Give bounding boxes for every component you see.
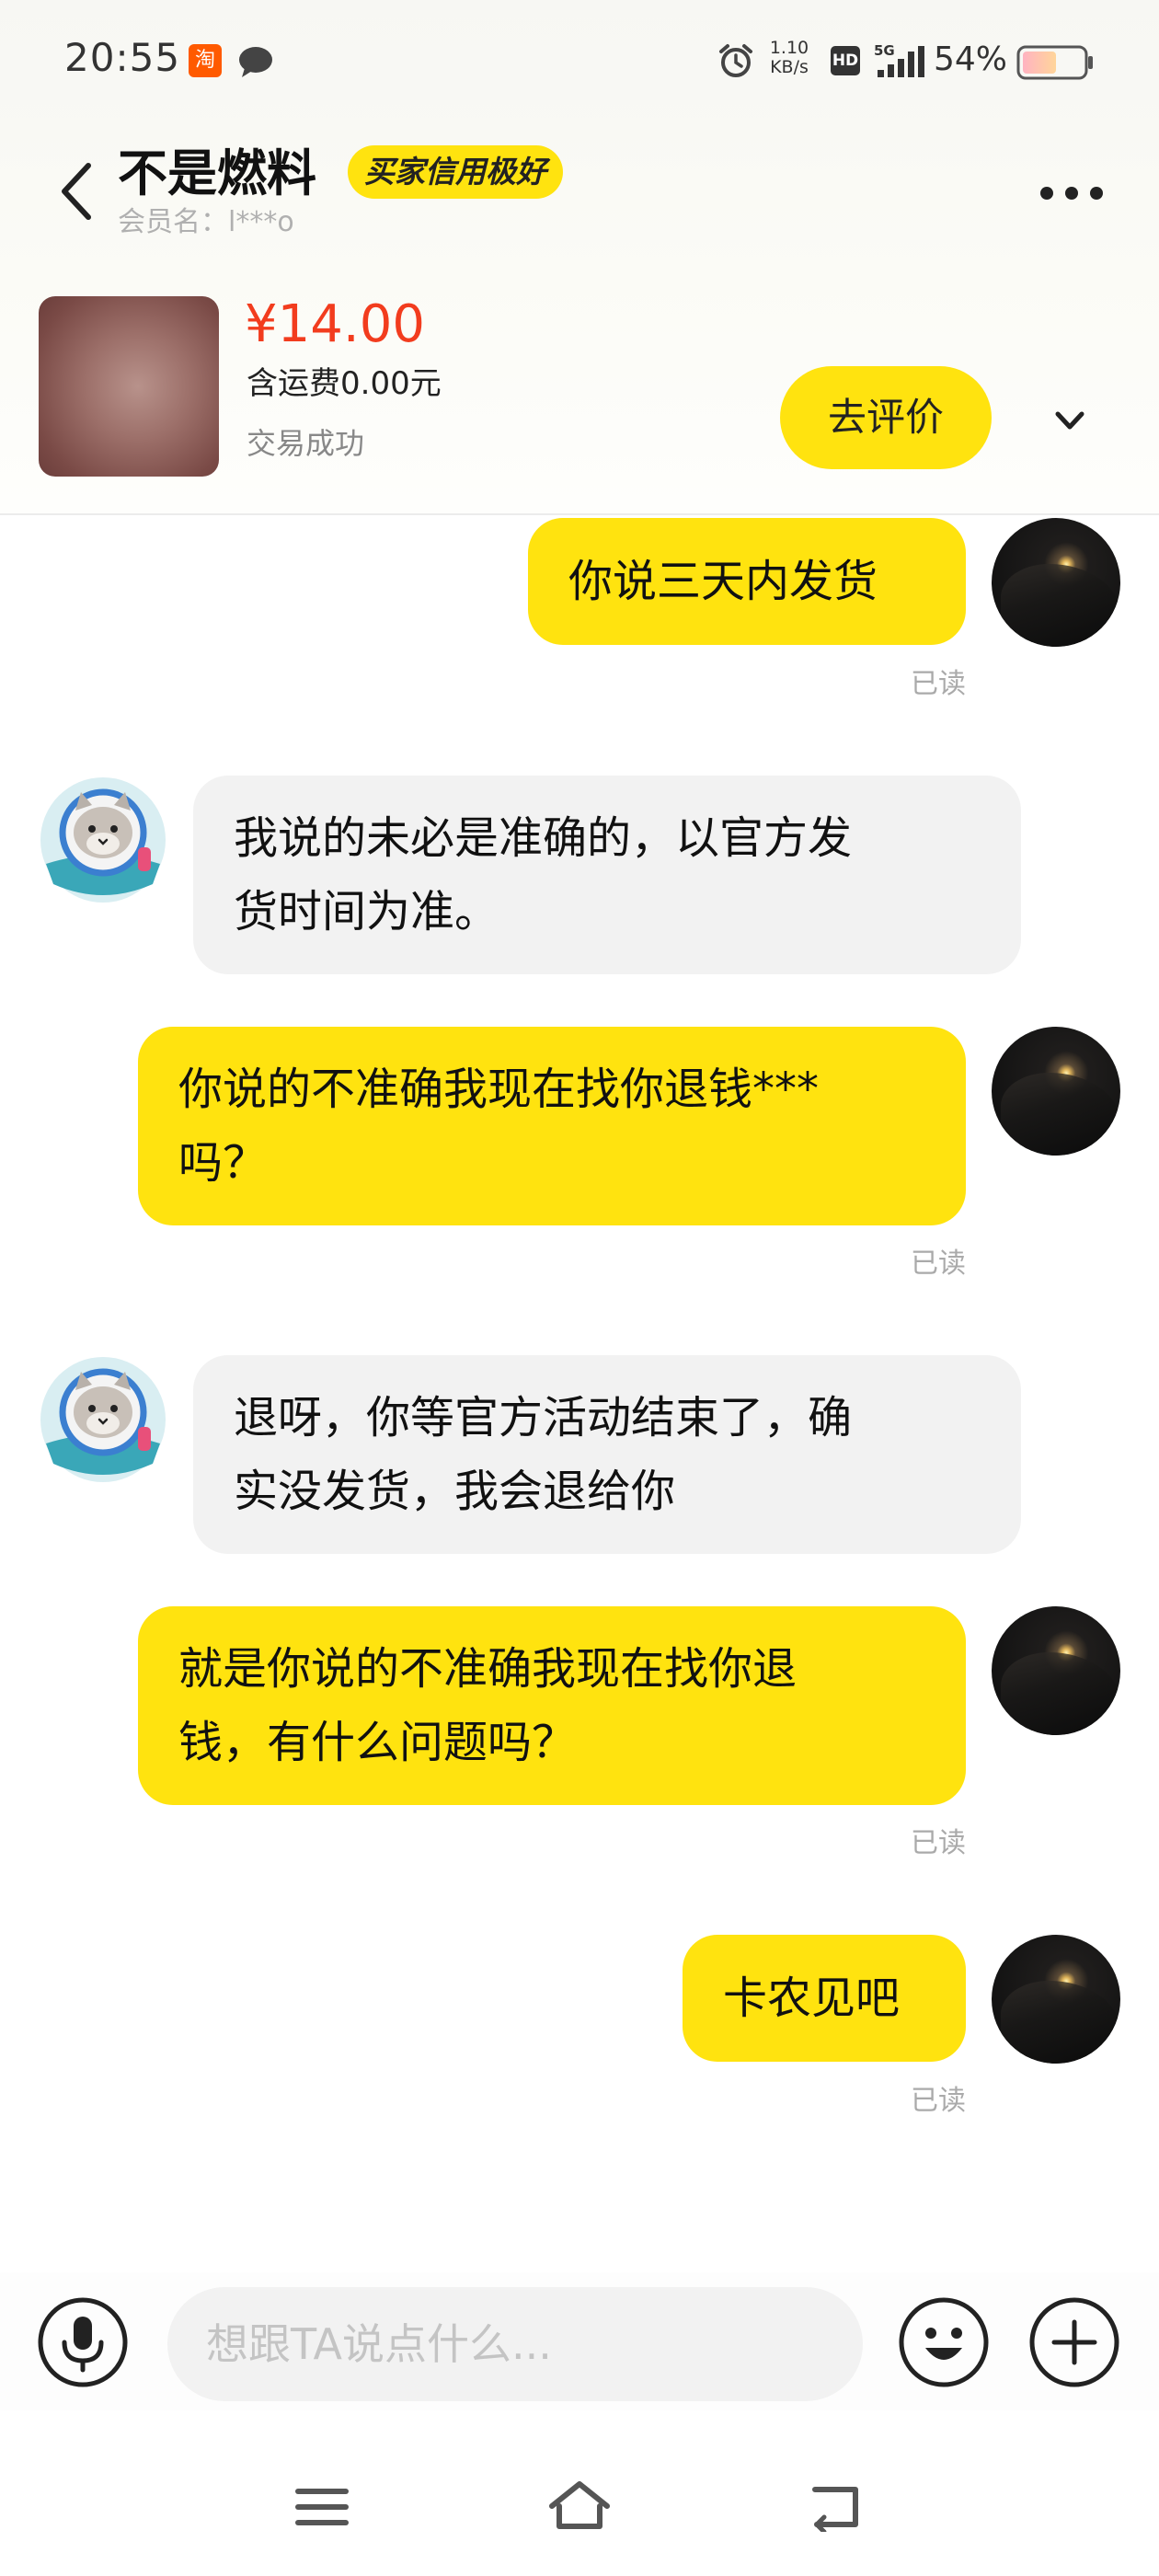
voice-input-button[interactable] <box>37 2296 129 2392</box>
seller-avatar[interactable] <box>39 776 167 904</box>
self-avatar[interactable] <box>992 1935 1120 2064</box>
more-horizontal-icon <box>1040 187 1103 200</box>
nav-back-button[interactable] <box>808 2480 866 2536</box>
member-name: 会员名：l***o <box>118 206 294 238</box>
network-speed: 1.10 KB/s <box>763 39 815 77</box>
battery-percentage: 54% <box>934 40 1008 78</box>
sent-message-bubble[interactable]: 你说三天内发货 <box>528 518 966 645</box>
more-actions-button[interactable] <box>1028 2296 1120 2392</box>
self-avatar[interactable] <box>992 1027 1120 1156</box>
message-input[interactable] <box>167 2287 863 2401</box>
cat-astronaut-avatar-icon <box>40 1357 166 1482</box>
status-time: 20:55 <box>64 35 181 80</box>
smiley-icon <box>899 2297 989 2387</box>
read-receipt: 已读 <box>911 1827 966 1859</box>
back-button[interactable] <box>53 155 99 228</box>
chevron-down-icon <box>1055 411 1084 430</box>
message-notification-icon <box>237 46 274 83</box>
read-receipt: 已读 <box>911 668 966 700</box>
sent-message-bubble[interactable]: 你说的不准确我现在找你退钱*** 吗？ <box>138 1027 966 1225</box>
top-area: 20:55 淘 1.10 KB/s HD 5G 54% 不是燃料 买家信用极好 … <box>0 0 1159 515</box>
back-icon <box>812 2487 858 2535</box>
expand-button[interactable] <box>1038 394 1102 449</box>
review-button[interactable]: 去评价 <box>780 366 992 469</box>
alarm-icon <box>717 42 754 83</box>
seller-avatar[interactable] <box>39 1355 167 1484</box>
contact-name[interactable]: 不是燃料 <box>118 142 316 206</box>
product-thumbnail[interactable] <box>39 296 219 477</box>
nav-home-button[interactable] <box>546 2478 613 2537</box>
network-type-label: 5G <box>874 42 895 59</box>
received-message-bubble[interactable]: 退呀，你等官方活动结束了，确 实没发货，我会退给你 <box>193 1355 1021 1554</box>
read-receipt: 已读 <box>911 2085 966 2117</box>
home-icon <box>549 2481 610 2529</box>
header-divider <box>0 513 1159 515</box>
sent-message-bubble[interactable]: 卡农见吧 <box>683 1935 966 2062</box>
signal-icon: 5G <box>874 42 925 83</box>
self-avatar[interactable] <box>992 1606 1120 1735</box>
emoji-button[interactable] <box>898 2296 990 2392</box>
battery-icon <box>1016 45 1096 84</box>
product-shipping: 含运费0.00元 <box>247 365 442 402</box>
sent-message-bubble[interactable]: 就是你说的不准确我现在找你退 钱，有什么问题吗？ <box>138 1606 966 1805</box>
status-bar: 20:55 淘 1.10 KB/s HD 5G 54% <box>0 0 1159 120</box>
microphone-icon <box>38 2297 128 2387</box>
network-speed-unit: KB/s <box>770 57 809 77</box>
product-price: ¥14.00 <box>245 294 425 354</box>
system-navigation-bar <box>0 2438 1159 2576</box>
input-bar <box>0 2272 1159 2410</box>
hd-icon: HD <box>831 46 860 75</box>
cat-astronaut-avatar-icon <box>40 777 166 903</box>
plus-icon <box>1029 2297 1119 2387</box>
read-receipt: 已读 <box>911 1248 966 1280</box>
menu-icon <box>295 2489 349 2525</box>
nav-menu-button[interactable] <box>293 2484 351 2534</box>
product-card[interactable]: ¥14.00 含运费0.00元 交易成功 去评价 <box>0 285 1159 515</box>
chevron-left-icon <box>62 163 91 220</box>
chat-header: 不是燃料 买家信用极好 会员名：l***o <box>0 129 1159 258</box>
received-message-bubble[interactable]: 我说的未必是准确的，以官方发 货时间为准。 <box>193 776 1021 974</box>
more-options-button[interactable] <box>1030 166 1113 221</box>
order-status: 交易成功 <box>247 426 365 461</box>
credit-badge: 买家信用极好 <box>348 145 563 199</box>
self-avatar[interactable] <box>992 518 1120 647</box>
taobao-app-icon: 淘 <box>189 44 222 77</box>
network-speed-value: 1.10 <box>769 38 809 58</box>
